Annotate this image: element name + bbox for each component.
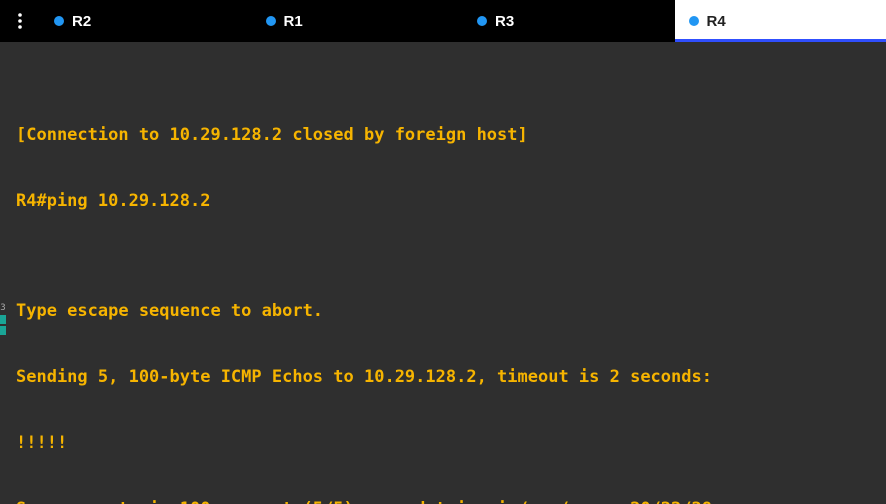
menu-button[interactable]	[0, 0, 40, 42]
gutter: 3	[0, 42, 6, 504]
terminal-line: Sending 5, 100-byte ICMP Echos to 10.29.…	[16, 366, 876, 388]
status-dot-icon	[266, 16, 276, 26]
tab-label: R2	[72, 13, 91, 30]
tab-bar: R2 R1 R3 R4	[0, 0, 886, 42]
status-dot-icon	[689, 16, 699, 26]
tab-r3[interactable]: R3	[463, 0, 675, 42]
tab-label: R4	[707, 13, 726, 30]
terminal-output[interactable]: [Connection to 10.29.128.2 closed by for…	[6, 42, 886, 504]
gutter-mark: 3	[0, 304, 6, 313]
app-window: R2 R1 R3 R4 3 [Connection to 10.29.128.2…	[0, 0, 886, 504]
terminal-line: Success rate is 100 percent (5/5), round…	[16, 498, 876, 504]
terminal-line: [Connection to 10.29.128.2 closed by for…	[16, 124, 876, 146]
tab-r2[interactable]: R2	[40, 0, 252, 42]
tab-label: R1	[284, 13, 303, 30]
status-dot-icon	[477, 16, 487, 26]
gutter-mark	[0, 315, 6, 324]
terminal-line: Type escape sequence to abort.	[16, 300, 876, 322]
tab-r4[interactable]: R4	[675, 0, 886, 42]
vertical-dots-icon	[13, 12, 27, 30]
body-row: 3 [Connection to 10.29.128.2 closed by f…	[0, 42, 886, 504]
gutter-mark	[0, 326, 6, 335]
status-dot-icon	[54, 16, 64, 26]
terminal-line: !!!!!	[16, 432, 876, 454]
tab-label: R3	[495, 13, 514, 30]
terminal-line: R4#ping 10.29.128.2	[16, 190, 876, 212]
tab-r1[interactable]: R1	[252, 0, 464, 42]
